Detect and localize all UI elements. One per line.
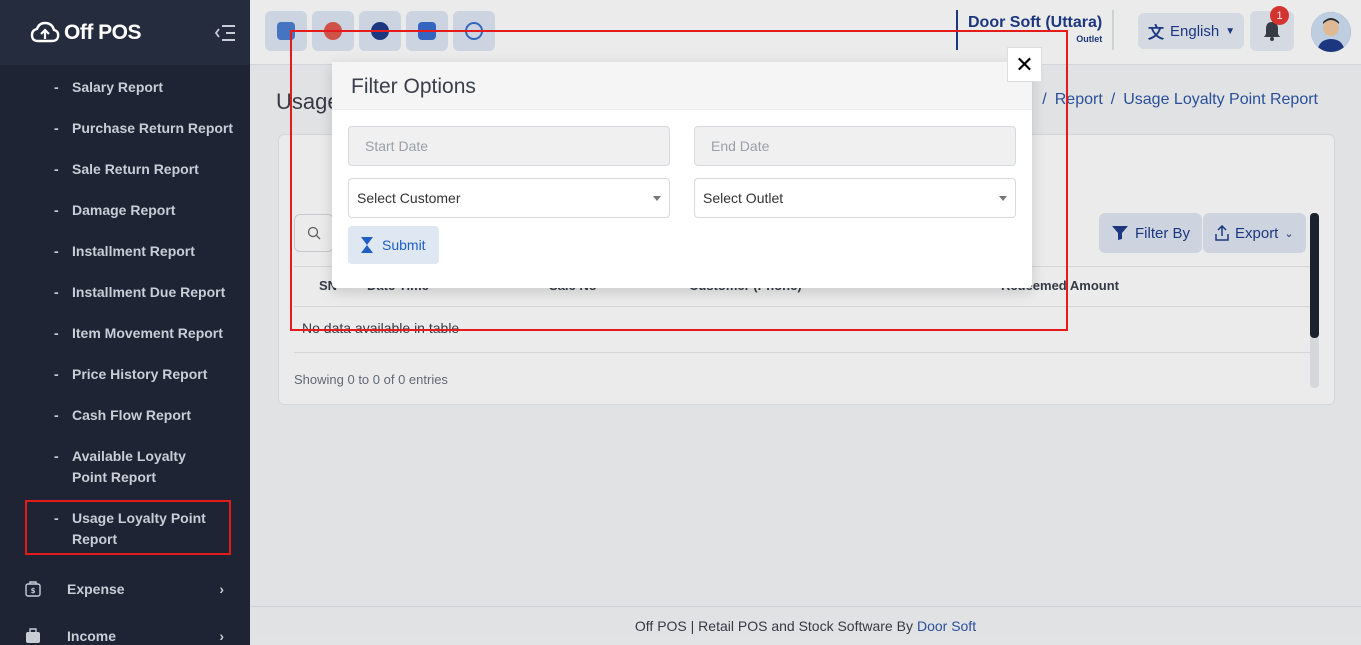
sidebar-item-installment-due-report[interactable]: - Installment Due Report: [54, 282, 242, 303]
sidebar-item-label: Income: [67, 628, 117, 644]
sidebar-item-item-movement-report[interactable]: - Item Movement Report: [54, 323, 242, 344]
sidebar-item-available-loyalty-point-report[interactable]: - Available Loyalty Point Report: [54, 446, 222, 488]
logo-text: Off POS: [64, 20, 142, 44]
sidebar-item-label: Expense: [67, 581, 125, 597]
app-logo[interactable]: Off POS: [30, 20, 142, 45]
customer-select-value: Select Customer: [357, 190, 461, 206]
sidebar-item-income[interactable]: Income ›: [24, 627, 224, 645]
sidebar-item-price-history-report[interactable]: - Price History Report: [54, 364, 222, 385]
modal-title: Filter Options: [332, 62, 1032, 110]
submit-button[interactable]: Submit: [348, 226, 439, 264]
sidebar-item-salary-report[interactable]: - Salary Report: [54, 77, 222, 98]
sidebar-item-cash-flow-report[interactable]: - Cash Flow Report: [54, 405, 222, 426]
customer-select[interactable]: Select Customer: [348, 178, 670, 218]
svg-text:$: $: [31, 587, 36, 595]
start-date-input[interactable]: Start Date: [348, 126, 670, 166]
sidebar-item-installment-report[interactable]: - Installment Report: [54, 241, 222, 262]
chevron-right-icon: ›: [219, 581, 224, 597]
sidebar-header: Off POS: [0, 0, 250, 65]
sidebar-item-sale-return-report[interactable]: - Sale Return Report: [54, 159, 222, 180]
sidebar-item-purchase-return-report[interactable]: - Purchase Return Report: [54, 118, 242, 139]
sidebar-item-expense[interactable]: $ Expense ›: [24, 580, 224, 598]
outlet-select-value: Select Outlet: [703, 190, 784, 206]
cloud-logo-icon: [30, 21, 60, 42]
expense-icon: $: [25, 581, 41, 597]
sidebar-item-damage-report[interactable]: - Damage Report: [54, 200, 222, 221]
sidebar: Off POS - Salary Report - Purchase Return …: [0, 0, 250, 645]
chevron-right-icon: ›: [219, 628, 224, 644]
outlet-select[interactable]: Select Outlet: [694, 178, 1016, 218]
highlight-box-sidebar: [25, 500, 231, 555]
close-icon[interactable]: ✕: [1007, 47, 1042, 82]
income-icon: [26, 628, 40, 643]
caret-down-icon: [999, 196, 1007, 201]
hourglass-icon: [361, 237, 373, 253]
collapse-menu-icon[interactable]: [214, 24, 236, 42]
end-date-input[interactable]: End Date: [694, 126, 1016, 166]
caret-down-icon: [653, 196, 661, 201]
submit-label: Submit: [382, 237, 426, 253]
filter-options-modal: Filter Options Start Date End Date Selec…: [332, 62, 1032, 288]
